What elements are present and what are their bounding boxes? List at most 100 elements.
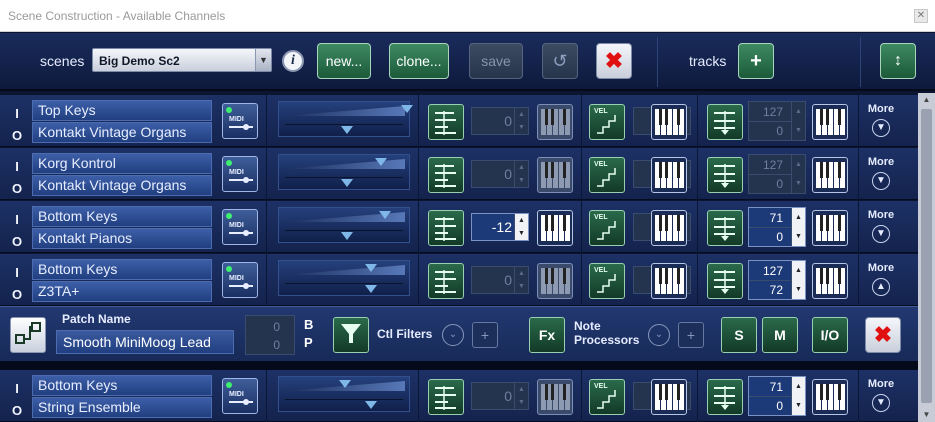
key-range-filter-icon[interactable] xyxy=(707,104,743,140)
velocity-filter-icon[interactable]: VEL xyxy=(589,263,625,299)
stepper-up-icon[interactable]: ▲ xyxy=(792,155,805,174)
volume-curve-slider[interactable] xyxy=(278,101,413,137)
midi-routing-button[interactable]: MIDI xyxy=(222,262,258,298)
key-range-filter-icon[interactable] xyxy=(707,210,743,246)
velocity-keyboard-icon[interactable] xyxy=(651,210,687,246)
volume-thumb[interactable] xyxy=(365,264,377,272)
save-scene-button[interactable]: save xyxy=(469,43,523,79)
transpose-keyboard-icon[interactable] xyxy=(537,263,573,299)
transpose-filter-icon[interactable] xyxy=(428,379,464,415)
output-toggle[interactable]: O xyxy=(10,181,24,196)
delete-scene-icon[interactable]: ✖ xyxy=(596,43,632,79)
pan-thumb[interactable] xyxy=(341,232,353,240)
chevron-down-icon[interactable]: ▼ xyxy=(872,119,890,137)
keyboard-source[interactable]: Korg Kontrol xyxy=(32,153,212,174)
key-range-field[interactable]: 71 0 ▲ ▼ xyxy=(748,376,806,416)
solo-button[interactable]: S xyxy=(721,317,757,353)
instrument-target[interactable]: Kontakt Pianos xyxy=(32,228,212,249)
output-toggle[interactable]: O xyxy=(10,234,24,249)
volume-curve-slider[interactable] xyxy=(278,376,410,412)
stepper-up-icon[interactable]: ▲ xyxy=(515,383,528,396)
range-stepper[interactable]: ▲ ▼ xyxy=(791,261,805,299)
velocity-keyboard-icon[interactable] xyxy=(651,263,687,299)
stepper-down-icon[interactable]: ▼ xyxy=(792,280,805,299)
stepper-down-icon[interactable]: ▼ xyxy=(792,174,805,193)
stepper-up-icon[interactable]: ▲ xyxy=(792,377,805,396)
fx-button[interactable]: Fx xyxy=(529,317,565,353)
stepper-down-icon[interactable]: ▼ xyxy=(515,174,528,187)
chevron-down-icon[interactable]: ▼ xyxy=(872,172,890,190)
instrument-target[interactable]: Z3TA+ xyxy=(32,281,212,302)
scroll-down-icon[interactable]: ▼ xyxy=(918,408,935,422)
key-range-field[interactable]: 71 0 ▲ ▼ xyxy=(748,207,806,247)
transpose-field[interactable]: 0 ▲ ▼ xyxy=(471,266,529,294)
stepper-down-icon[interactable]: ▼ xyxy=(515,280,528,293)
volume-thumb[interactable] xyxy=(375,158,387,166)
transpose-field[interactable]: 0 ▲ ▼ xyxy=(471,107,529,135)
transpose-stepper[interactable]: ▲ ▼ xyxy=(514,214,528,240)
delete-channel-icon[interactable]: ✖ xyxy=(865,317,901,353)
midi-routing-button[interactable]: MIDI xyxy=(222,156,258,192)
velocity-keyboard-icon[interactable] xyxy=(651,379,687,415)
range-stepper[interactable]: ▲ ▼ xyxy=(791,102,805,140)
stepper-down-icon[interactable]: ▼ xyxy=(515,121,528,134)
key-range-field[interactable]: 127 0 ▲ ▼ xyxy=(748,154,806,194)
stepper-down-icon[interactable]: ▼ xyxy=(792,227,805,246)
key-range-field[interactable]: 127 0 ▲ ▼ xyxy=(748,101,806,141)
keyboard-source[interactable]: Bottom Keys xyxy=(32,259,212,280)
velocity-filter-icon[interactable]: VEL xyxy=(589,157,625,193)
velocity-filter-icon[interactable]: VEL xyxy=(589,210,625,246)
transpose-filter-icon[interactable] xyxy=(428,104,464,140)
stepper-up-icon[interactable]: ▲ xyxy=(792,261,805,280)
stepper-up-icon[interactable]: ▲ xyxy=(515,214,528,227)
transpose-field[interactable]: 0 ▲ ▼ xyxy=(471,160,529,188)
pan-thumb[interactable] xyxy=(341,126,353,134)
instrument-target[interactable]: String Ensemble xyxy=(32,397,212,418)
key-range-filter-icon[interactable] xyxy=(707,379,743,415)
transpose-field[interactable]: 0 ▲ ▼ xyxy=(471,382,529,410)
add-ctl-filter-icon[interactable]: + xyxy=(472,322,498,348)
transpose-keyboard-icon[interactable] xyxy=(537,104,573,140)
transpose-keyboard-icon[interactable] xyxy=(537,379,573,415)
input-toggle[interactable]: I xyxy=(10,265,24,280)
close-icon[interactable]: ✕ xyxy=(914,9,928,23)
volume-thumb[interactable] xyxy=(401,105,413,113)
volume-curve-slider[interactable] xyxy=(278,260,410,296)
volume-curve-slider[interactable] xyxy=(278,207,410,243)
transpose-keyboard-icon[interactable] xyxy=(537,157,573,193)
scene-select[interactable]: Big Demo Sc2 ▼ xyxy=(92,48,272,72)
volume-thumb[interactable] xyxy=(379,211,391,219)
transpose-field[interactable]: -12 ▲ ▼ xyxy=(471,213,529,241)
stepper-down-icon[interactable]: ▼ xyxy=(792,121,805,140)
velocity-keyboard-icon[interactable] xyxy=(651,157,687,193)
transpose-filter-icon[interactable] xyxy=(428,210,464,246)
pan-thumb[interactable] xyxy=(365,285,377,293)
key-range-keyboard-icon[interactable] xyxy=(812,104,848,140)
info-icon[interactable]: i xyxy=(282,50,304,72)
stepper-down-icon[interactable]: ▼ xyxy=(792,396,805,415)
new-scene-button[interactable]: new... xyxy=(317,43,371,79)
filter-icon[interactable] xyxy=(333,317,369,353)
scroll-up-icon[interactable]: ▲ xyxy=(918,93,935,107)
chevron-down-icon[interactable]: ▼ xyxy=(872,394,890,412)
key-range-field[interactable]: 127 72 ▲ ▼ xyxy=(748,260,806,300)
velocity-filter-icon[interactable]: VEL xyxy=(589,104,625,140)
transpose-stepper[interactable]: ▲ ▼ xyxy=(514,161,528,187)
output-toggle[interactable]: O xyxy=(10,287,24,302)
input-toggle[interactable]: I xyxy=(10,212,24,227)
pan-thumb[interactable] xyxy=(341,179,353,187)
velocity-keyboard-icon[interactable] xyxy=(651,104,687,140)
clone-scene-button[interactable]: clone... xyxy=(389,43,449,79)
range-stepper[interactable]: ▲ ▼ xyxy=(791,208,805,246)
input-toggle[interactable]: I xyxy=(10,381,24,396)
range-stepper[interactable]: ▲ ▼ xyxy=(791,155,805,193)
bank-program-box[interactable]: 0 0 xyxy=(245,315,295,355)
stepper-down-icon[interactable]: ▼ xyxy=(515,227,528,240)
note-processors-expand-icon[interactable]: ⌄ xyxy=(648,324,670,346)
key-range-keyboard-icon[interactable] xyxy=(812,157,848,193)
midi-routing-button[interactable]: MIDI xyxy=(222,103,258,139)
keyboard-source[interactable]: Top Keys xyxy=(32,100,212,121)
chevron-up-icon[interactable]: ▲ xyxy=(872,278,890,296)
key-range-keyboard-icon[interactable] xyxy=(812,379,848,415)
instrument-target[interactable]: Kontakt Vintage Organs xyxy=(32,175,212,196)
